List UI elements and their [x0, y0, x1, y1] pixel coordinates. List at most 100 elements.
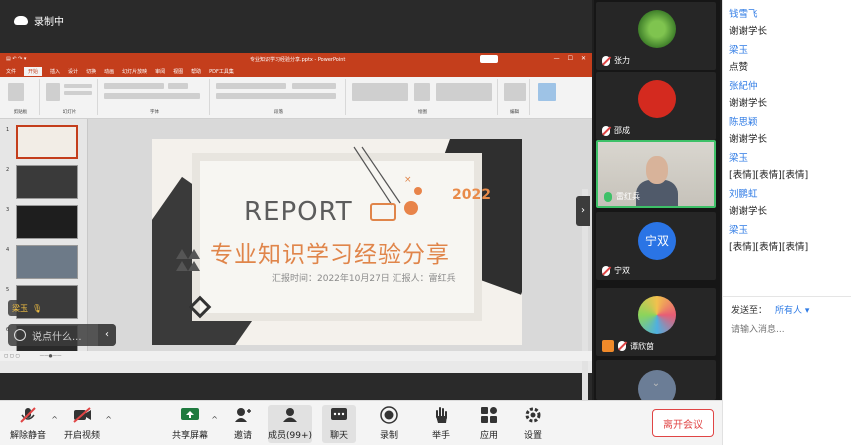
chevron-up-icon[interactable]: ^ — [211, 415, 218, 424]
ppt-account-tag[interactable] — [480, 55, 498, 63]
ppt-tab[interactable]: 插入 — [50, 68, 60, 75]
ppt-tab[interactable]: 视图 — [173, 68, 183, 75]
leave-meeting-button[interactable]: 离开会议 — [652, 409, 714, 437]
ribbon-group-drawing: 绘图 — [348, 79, 498, 115]
invite-label: 邀请 — [233, 431, 252, 441]
flag-avatar — [638, 80, 676, 118]
participant-name: 邵成 — [614, 126, 630, 135]
record-icon — [380, 406, 398, 424]
chat-text: 谢谢学长 — [729, 98, 768, 109]
apps-icon — [481, 407, 497, 423]
send-to-label: 发送至： — [731, 306, 768, 316]
chevron-left-icon[interactable]: ‹ — [98, 324, 116, 346]
chat-divider — [723, 296, 851, 297]
share-screen-button[interactable]: 共享屏幕 ^ — [172, 405, 218, 443]
slide-canvas[interactable]: × REPORT 2022 专业知识学习经验分享 汇报时间：2022年10月27… — [152, 139, 522, 345]
send-to-row: 发送至： 所有人 ▾ — [731, 303, 809, 316]
invite-user-icon — [235, 408, 251, 422]
settings-button[interactable]: 设置 — [518, 405, 548, 443]
floating-chat-box[interactable]: 说点什么... ‹ — [8, 324, 116, 346]
tree-avatar — [638, 10, 676, 48]
chat-text: 谢谢学长 — [729, 134, 768, 145]
participant-tile-speaking[interactable]: 雷红兵 — [596, 140, 716, 208]
slide-thumbnail[interactable]: 1 — [2, 125, 84, 161]
ppt-tab[interactable]: PDF工具集 — [209, 68, 234, 75]
slide-thumbnail[interactable]: 2 — [2, 165, 84, 201]
ribbon-group-font: 字体 — [100, 79, 210, 115]
mic-muted-icon — [618, 341, 626, 351]
chat-sender[interactable]: 梁玉 — [729, 150, 847, 167]
mic-muted-icon — [20, 407, 36, 423]
chat-button[interactable]: 聊天 — [322, 405, 356, 443]
slide-year: 2022 — [452, 187, 491, 203]
unmute-label: 解除静音 — [9, 431, 46, 441]
chat-text: 谢谢学长 — [729, 206, 768, 217]
participant-tile[interactable]: 张力 — [596, 2, 716, 70]
participant-tile[interactable]: 谭欣茵 — [596, 288, 716, 356]
chat-message: 梁玉 [表情][表情][表情] — [729, 150, 847, 184]
slide-dot-large — [404, 201, 418, 215]
raise-hand-label: 举手 — [431, 431, 450, 441]
chat-text: 点赞 — [729, 62, 749, 73]
ppt-tab[interactable]: 切换 — [86, 68, 96, 75]
mic-muted-icon — [602, 125, 610, 136]
chevron-down-icon[interactable]: ⌄ — [646, 378, 666, 392]
ppt-quick-access[interactable]: ▤ ↶ ↷ ▾ — [6, 56, 26, 62]
settings-label: 设置 — [523, 431, 542, 441]
slide-dot-small — [414, 187, 422, 195]
chat-sender[interactable]: 陈思颖 — [729, 114, 847, 131]
host-badge-icon — [602, 340, 614, 352]
raise-hand-icon — [436, 407, 447, 423]
invite-button[interactable]: 邀请 — [228, 405, 258, 443]
chat-sender[interactable]: 梁玉 — [729, 42, 847, 59]
chat-panel: 钱雪飞 谢谢学长 梁玉 点赞 张紀仲 谢谢学长 陈思颖 谢谢学长 梁玉 [表情][表情][表情] 刘… — [722, 0, 851, 445]
collapse-sidebar-handle[interactable]: › — [576, 196, 590, 226]
slide-thumbnail-image — [16, 205, 78, 239]
slide-report-heading: REPORT — [244, 197, 353, 227]
record-button[interactable]: 录制 — [374, 405, 404, 443]
slide-number: 4 — [6, 247, 10, 253]
gear-icon — [525, 407, 541, 423]
ppt-tab[interactable]: 开始 — [24, 66, 43, 76]
chat-sender[interactable]: 梁玉 — [729, 222, 847, 239]
participant-tile[interactable]: 宁双 宁双 — [596, 212, 716, 280]
send-to-dropdown[interactable]: 所有人 ▾ — [775, 306, 809, 316]
emoji-icon[interactable] — [14, 329, 26, 341]
slide-number: 3 — [6, 207, 10, 213]
chat-icon — [331, 408, 347, 420]
chat-sender[interactable]: 刘鹏虹 — [729, 186, 847, 203]
chat-message: 陈思颖 谢谢学长 — [729, 114, 847, 148]
ppt-tab[interactable]: 帮助 — [191, 68, 201, 75]
ppt-tab[interactable]: 动画 — [104, 68, 114, 75]
start-video-button[interactable]: 开启视频 ^ — [62, 405, 112, 443]
raise-hand-button[interactable]: 举手 — [426, 405, 456, 443]
slide-thumbnail-image — [16, 165, 78, 199]
slide-thumbnail[interactable]: 3 — [2, 205, 84, 241]
members-icon — [283, 408, 297, 422]
slide-number: 1 — [6, 127, 10, 133]
participant-tile[interactable]: 邵成 — [596, 72, 716, 140]
floating-chat-placeholder: 说点什么... — [32, 331, 82, 343]
camera-off-icon — [73, 407, 91, 423]
slide-thumbnail[interactable]: 4 — [2, 245, 84, 281]
unmute-button[interactable]: 解除静音 ^ — [8, 405, 58, 443]
ppt-tab[interactable]: 幻灯片放映 — [122, 68, 147, 75]
slide-book-icon — [370, 203, 396, 221]
chat-sender[interactable]: 张紀仲 — [729, 78, 847, 95]
apps-button[interactable]: 应用 — [474, 405, 504, 443]
chevron-up-icon[interactable]: ^ — [105, 415, 112, 424]
ppt-tab[interactable]: 审阅 — [155, 68, 165, 75]
chat-sender[interactable]: 钱雪飞 — [729, 6, 847, 23]
ppt-tab[interactable]: 文件 — [6, 68, 16, 75]
chevron-up-icon[interactable]: ^ — [51, 415, 58, 424]
share-screen-icon — [181, 408, 199, 420]
ppt-tab[interactable]: 设计 — [68, 68, 78, 75]
chat-message: 刘鹏虹 谢谢学长 — [729, 186, 847, 220]
chat-input[interactable] — [731, 321, 845, 339]
chat-text: [表情][表情][表情] — [729, 170, 809, 181]
share-screen-label: 共享屏幕 — [172, 431, 209, 441]
recording-indicator[interactable]: 录制中 — [6, 9, 72, 31]
ppt-window-controls[interactable]: — ☐ ✕ — [554, 55, 586, 62]
members-button[interactable]: 成员(99+) — [268, 405, 312, 443]
mic-muted-icon — [602, 265, 610, 276]
